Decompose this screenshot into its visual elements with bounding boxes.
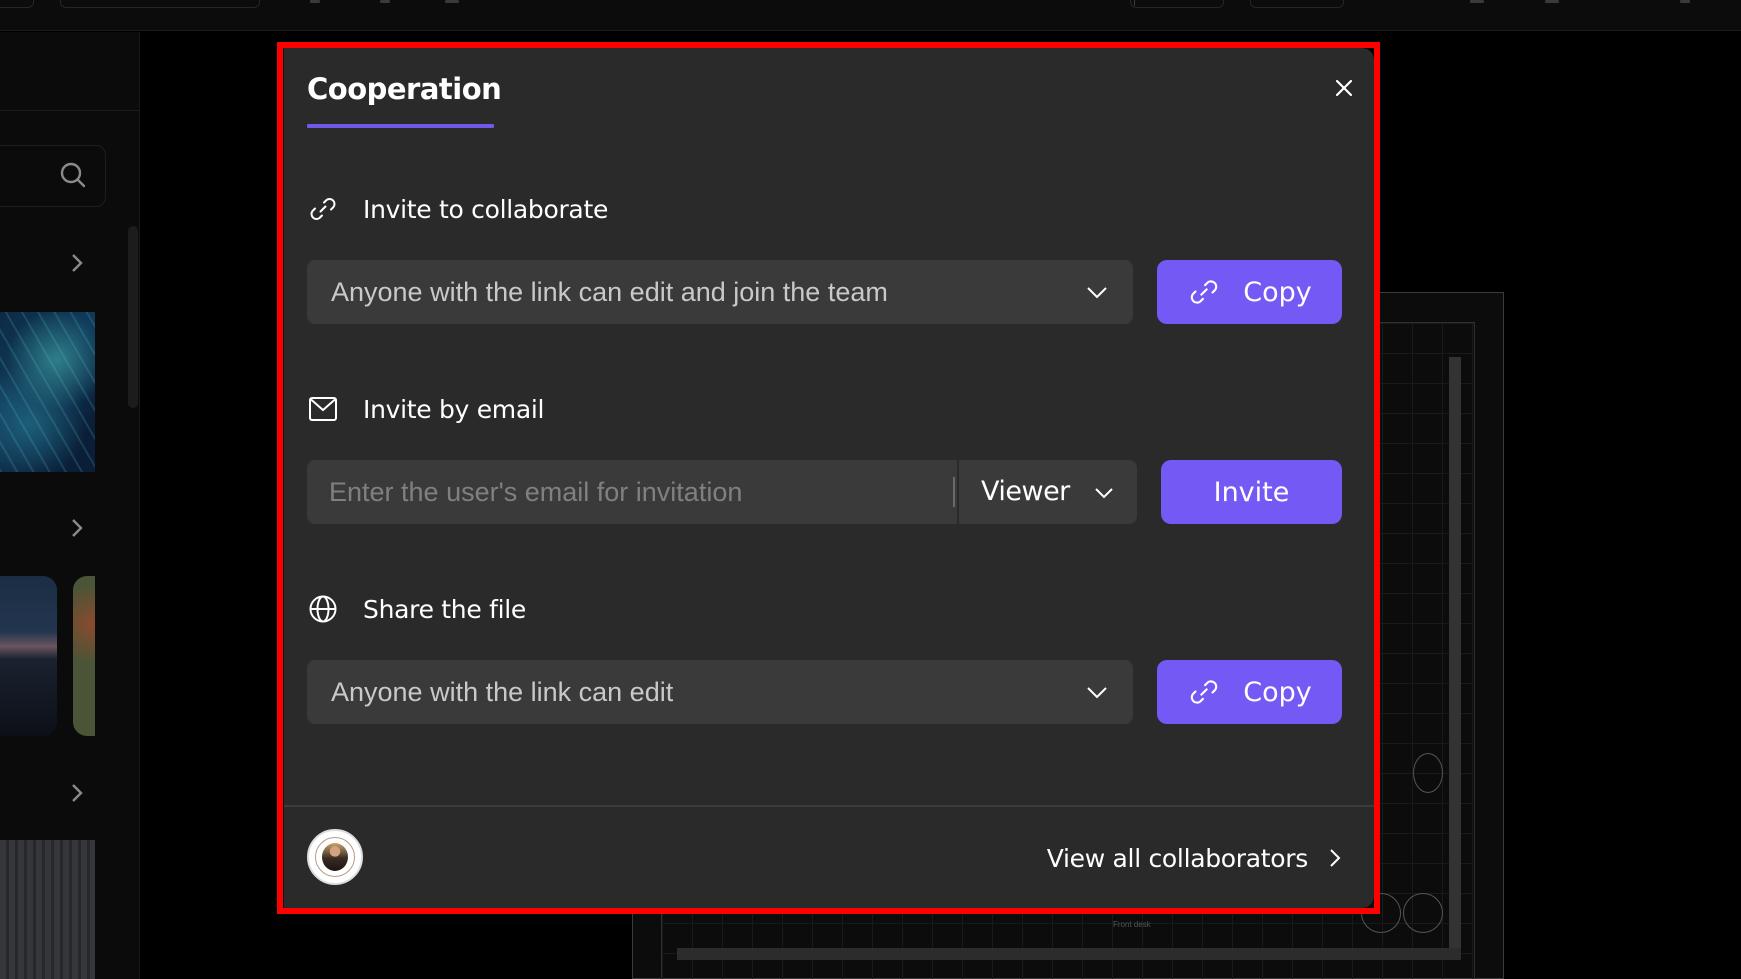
role-select[interactable]: Viewer [959,460,1137,524]
view-all-label: View all collaborators [1046,843,1309,873]
link-icon [307,193,339,225]
toolbar-button[interactable] [1130,0,1224,8]
template-thumbnail-dna[interactable] [0,312,95,472]
toilet-fixture [1413,753,1443,793]
role-value: Viewer [981,476,1070,507]
toolbar-tool-icon[interactable] [1470,0,1484,3]
floor-plan-label: Front desk [1113,920,1151,929]
section-invite-collaborate: Invite to collaborate [307,189,608,229]
close-icon[interactable] [1329,73,1359,103]
share-permission-select[interactable]: Anyone with the link can edit [307,660,1133,724]
link-icon [1190,680,1218,704]
toolbar-tool-icon[interactable] [1545,0,1559,3]
view-all-collaborators-link[interactable]: View all collaborators [1047,838,1344,878]
avatar-photo [322,843,348,871]
collaborate-permission-select[interactable]: Anyone with the link can edit and join t… [307,260,1133,324]
select-value: Anyone with the link can edit and join t… [331,277,888,307]
chevron-down-icon [1087,287,1107,299]
sink-fixture [1403,893,1443,933]
chevron-right-icon[interactable] [68,252,86,274]
invite-button[interactable]: Invite [1161,460,1342,524]
template-thumbnail-city[interactable] [0,840,95,979]
toolbar-control-group[interactable] [60,0,260,8]
dialog-title: Cooperation [307,72,502,106]
chevron-down-icon [1095,488,1113,499]
toolbar-tool-icon[interactable] [380,0,390,3]
floor-plan-wall [1449,357,1461,955]
top-toolbar [0,0,1741,31]
toolbar-control[interactable] [0,0,34,8]
section-heading: Invite by email [363,394,545,424]
mail-icon [307,393,339,425]
toolbar-tool-icon[interactable] [310,0,320,3]
section-invite-email: Invite by email [307,389,544,429]
globe-icon [307,593,339,625]
input-divider [953,477,955,507]
email-input[interactable] [307,460,957,524]
section-heading: Share the file [363,594,526,624]
button-label: Copy [1243,276,1312,308]
footer-divider [284,805,1374,807]
chevron-right-icon [1330,849,1341,867]
section-heading: Invite to collaborate [363,194,609,224]
toolbar-tool-icon[interactable] [445,0,459,3]
template-thumbnail-floral[interactable] [73,576,95,736]
sidebar-search[interactable] [0,145,106,207]
sidebar-content [0,32,140,979]
copy-share-link-button[interactable]: Copy [1157,660,1342,724]
link-icon [1190,280,1218,304]
section-share-file: Share the file [307,589,526,629]
search-icon[interactable] [58,160,88,190]
user-avatar[interactable] [307,829,363,885]
button-label: Invite [1213,476,1290,508]
sidebar-scrollbar[interactable] [128,226,138,408]
chevron-right-icon[interactable] [68,517,86,539]
title-underline [307,124,494,128]
template-thumbnail-mountain[interactable] [0,576,57,736]
cooperation-dialog: Cooperation Invite to collaborate Anyone… [284,48,1374,908]
chevron-down-icon [1087,687,1107,699]
select-value: Anyone with the link can edit [331,677,674,707]
chevron-right-icon[interactable] [68,782,86,804]
floor-plan-wall [677,948,1461,960]
button-label: Copy [1243,676,1312,708]
toolbar-button[interactable] [1250,0,1344,8]
toolbar-tool-icon[interactable] [1680,0,1690,3]
copy-collaborate-link-button[interactable]: Copy [1157,260,1342,324]
